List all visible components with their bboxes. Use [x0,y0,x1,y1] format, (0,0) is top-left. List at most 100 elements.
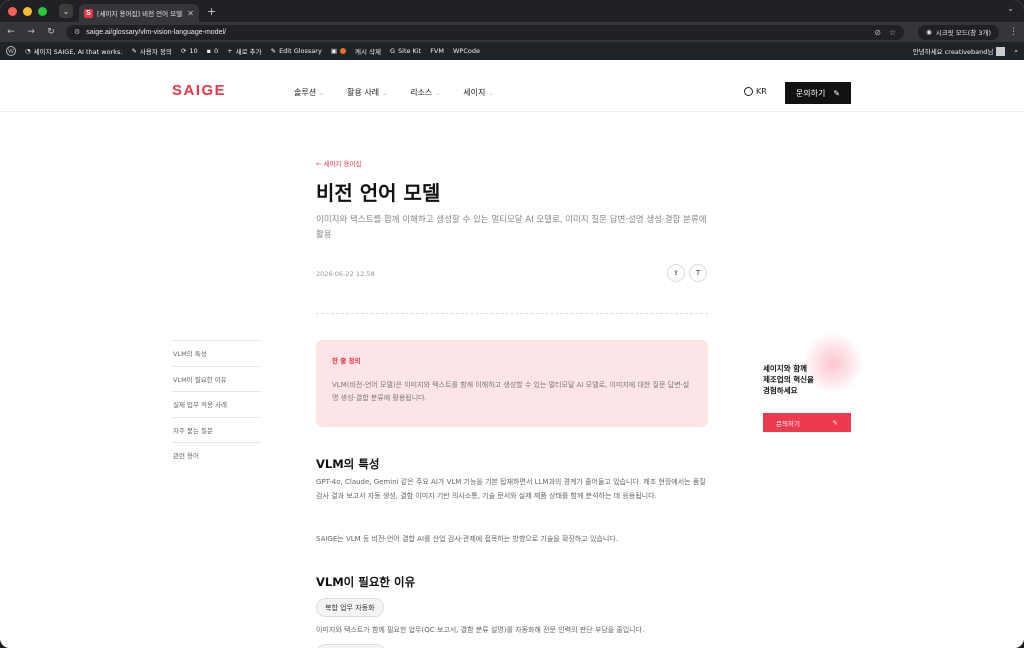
status-dot-icon [339,48,346,54]
address-bar[interactable]: ⚙ saige.ai/glossary/vlm-vision-language-… [66,24,905,40]
main-nav: 솔루션 ⌄ 활용 사례 ⌄ 리소스 ⌄ 세이지 ⌄ [294,87,493,98]
window-controls [8,6,47,16]
tab-title: [세이지 용어집] 비전 언어 모델 – S [97,10,183,18]
favicon-icon: S [84,8,93,18]
nav-item-use-cases[interactable]: 활용 사례 ⌄ [347,87,387,98]
admin-sitekit[interactable]: G Site Kit [390,47,421,55]
nav-item-solutions[interactable]: 솔루션 ⌄ [294,87,324,98]
nav-label: 리소스 [410,88,433,97]
share-icon: ⇪ [673,269,679,277]
incognito-indicator[interactable]: ◉ 시크릿 모드(창 3개) [918,24,999,40]
promo-line: 경험하세요 [763,386,798,395]
close-window-button[interactable] [8,6,17,16]
pencil-icon: ✎ [833,88,841,98]
admin-site-name[interactable]: ◔ 세이지 SAIGE, AI that works. [25,46,122,56]
toc-item[interactable]: 관련 용어 [172,442,261,468]
admin-search-icon[interactable]: ⌕ [1014,47,1018,56]
incognito-label: 시크릿 모드(창 3개) [935,29,991,37]
toc-item[interactable]: VLM이 필요한 이유 [172,365,261,392]
text-size-icon: T [695,269,701,277]
section-paragraph: GPT-4o, Claude, Gemini 같은 주요 AI가 VLM 기능을… [316,478,706,500]
toolbar: ← → ↻ ⚙ saige.ai/glossary/vlm-vision-lan… [0,22,1024,42]
shield-icon: ▣ [330,47,337,55]
language-selector[interactable]: KR [744,87,767,96]
admin-updates[interactable]: ⟳ 10 [181,47,198,55]
language-label: KR [756,87,767,96]
tab-strip: ⌄ S [세이지 용어집] 비전 언어 모델 – S ✕ + ⌄ [0,0,1024,22]
toc-item[interactable]: 실제 업무 적용 사례 [172,391,261,417]
definition-box: 한 줄 정의 VLM(비전-언어 모델)은 이미지와 텍스트를 함께 이해하고 … [316,340,708,427]
admin-customize-label: 사용자 정의 [139,48,172,56]
back-icon[interactable]: ← [6,27,16,37]
eye-off-icon[interactable]: ⊘ [874,28,881,37]
wordpress-logo-icon[interactable]: W [6,46,16,56]
definition-text: VLM(비전-언어 모델)은 이미지와 텍스트를 함께 이해하고 생성할 수 있… [332,381,690,402]
admin-edit-label: Edit Glossary [279,47,322,55]
section-heading: VLM의 특성 [316,457,380,471]
glossary-back-link[interactable]: ← 세이지 용어집 [316,158,361,168]
admin-plugin-icons[interactable]: ▣ [331,47,346,55]
admin-cache[interactable]: 캐시 삭제 [355,46,381,56]
bookmark-star-icon[interactable]: ☆ [889,28,896,37]
page-description: 이미지와 텍스트를 함께 이해하고 생성할 수 있는 멀티모달 AI 모델로, … [316,215,707,240]
saige-logo[interactable]: SAIGE [172,82,226,99]
comments-count: 0 [214,47,219,55]
brush-icon: ✎ [131,47,137,55]
toc-item[interactable]: VLM의 특성 [172,340,261,366]
admin-sitekit-label: Site Kit [398,47,422,55]
feature-tag: 복합 업무 자동화 [316,598,384,617]
admin-fvm[interactable]: FVM [430,47,444,55]
main-content: ← 세이지 용어집 비전 언어 모델 이미지와 텍스트를 함께 이해하고 생성할… [0,113,1024,648]
tab-close-icon[interactable]: ✕ [187,9,194,18]
definition-label: 한 줄 정의 [332,357,361,365]
admin-new[interactable]: + 새로 추가 [227,46,261,56]
admin-customize[interactable]: ✎ 사용자 정의 [131,46,171,56]
incognito-icon: ◉ [926,28,932,36]
nav-item-saige[interactable]: 세이지 ⌄ [463,87,493,98]
chevron-down-icon: ⌄ [488,90,494,97]
google-icon: G [389,47,396,55]
dashboard-icon: ◔ [25,47,31,55]
site-header: SAIGE 솔루션 ⌄ 활용 사례 ⌄ 리소스 ⌄ 세이지 ⌄ KR 문의하기 ✎ [0,60,1024,112]
admin-edit[interactable]: ✎ Edit Glossary [271,47,322,55]
promo-contact-button[interactable]: 문의하기 ✎ [763,413,851,432]
promo-widget: 세이지와 함께 제조업의 혁신을 경험하세요 문의하기 ✎ [763,333,863,432]
forward-icon[interactable]: → [26,27,36,37]
contact-label: 문의하기 [795,88,826,98]
chevron-down-icon: ⌄ [435,90,441,97]
nav-label: 세이지 [463,88,486,97]
globe-icon [744,87,753,96]
contact-button[interactable]: 문의하기 ✎ [785,82,851,104]
new-tab-button[interactable]: + [207,5,216,18]
maximize-window-button[interactable] [38,6,47,16]
share-button[interactable]: ⇪ [667,264,685,282]
tab-search-icon[interactable]: ⌄ [59,4,73,18]
pencil-icon: ✎ [270,47,277,55]
admin-wpcode-label: WPCode [452,47,480,55]
divider [316,313,708,314]
comment-icon: ▪ [206,47,212,55]
url-text[interactable]: saige.ai/glossary/vlm-vision-language-mo… [86,29,868,36]
admin-account[interactable]: 안녕하세요 creativeband님 [913,46,1006,56]
admin-comments[interactable]: ▪ 0 [207,47,219,55]
admin-greeting: 안녕하세요 creativeband님 [912,48,994,56]
tab-list-icon[interactable]: ⌄ [1007,4,1014,13]
reload-icon[interactable]: ↻ [46,27,56,37]
chevron-down-icon: ⌄ [382,90,388,97]
pencil-icon: ✎ [832,418,838,427]
admin-wpcode[interactable]: WPCode [453,47,480,55]
browser-tab-active[interactable]: S [세이지 용어집] 비전 언어 모델 – S ✕ [79,4,199,22]
browser-menu-icon[interactable]: ⋮ [1009,27,1018,37]
plus-icon: + [227,47,233,55]
promo-line: 세이지와 함께 [763,364,808,373]
font-size-button[interactable]: T [689,264,707,282]
toc-item[interactable]: 자주 묻는 질문 [172,416,261,443]
nav-label: 솔루션 [294,88,317,97]
updates-count: 10 [189,47,198,55]
admin-fvm-label: FVM [430,47,444,55]
nav-item-resources[interactable]: 리소스 ⌄ [410,87,440,98]
promo-button-label: 문의하기 [776,419,800,428]
promo-text: 세이지와 함께 제조업의 혁신을 경험하세요 [763,363,853,396]
minimize-window-button[interactable] [23,6,32,16]
site-info-icon[interactable]: ⚙ [74,28,80,36]
